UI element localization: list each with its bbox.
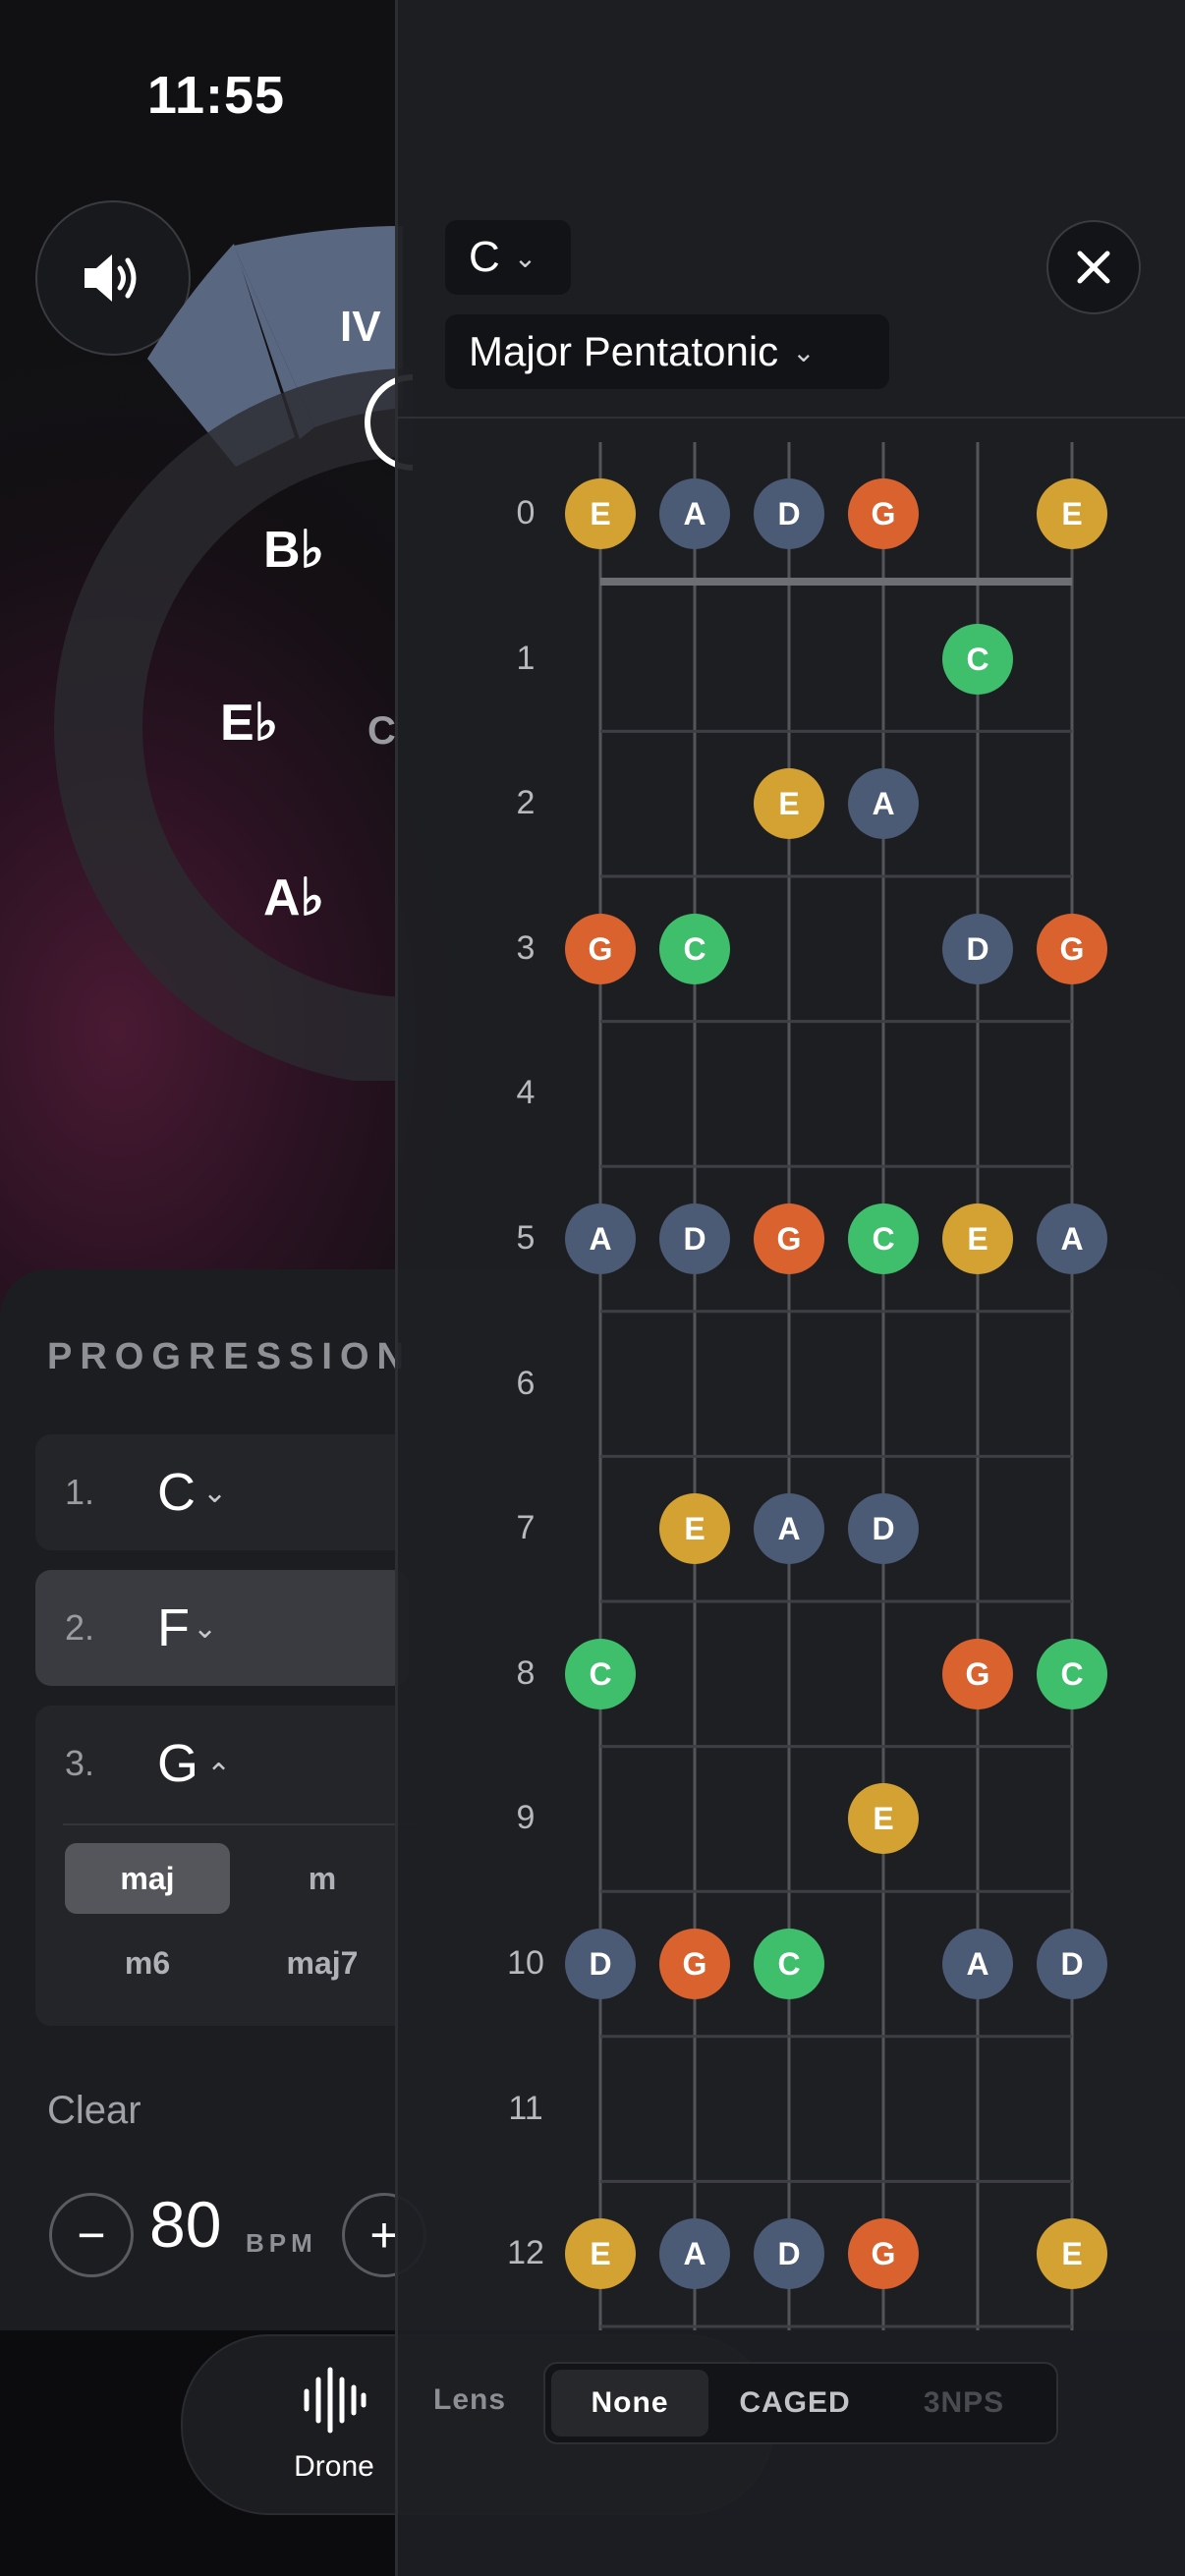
note-dot-g[interactable]: G: [848, 478, 919, 549]
waveform-icon: [304, 2367, 367, 2434]
chord-name: C: [157, 1463, 196, 1522]
progression-title: PROGRESSION: [47, 1336, 412, 1377]
note-dot-e[interactable]: E: [848, 1783, 919, 1855]
lens-option-3nps[interactable]: 3NPS: [881, 2370, 1046, 2436]
chevron-down-icon: ⌄: [193, 1612, 218, 1645]
note-dot-a[interactable]: A: [659, 478, 730, 549]
note-dot-c[interactable]: C: [1037, 1638, 1107, 1709]
fret-number: 11: [508, 2089, 543, 2127]
progression-row-1[interactable]: 1. C ⌄: [35, 1434, 409, 1550]
note-dot-a[interactable]: A: [565, 1204, 636, 1274]
note-dot-a[interactable]: A: [754, 1493, 824, 1565]
bpm-unit: BPM: [246, 2228, 317, 2258]
lens-label: Lens: [433, 2383, 507, 2416]
note-dot-g[interactable]: G: [754, 1204, 824, 1274]
note-dot-c[interactable]: C: [942, 623, 1013, 695]
note-dot-e[interactable]: E: [659, 1493, 730, 1565]
row-number: 1.: [65, 1472, 95, 1512]
row-number: 3.: [65, 1743, 95, 1783]
chord-name: G: [157, 1734, 199, 1793]
note-dot-g[interactable]: G: [565, 913, 636, 984]
fret-number: 1: [516, 639, 536, 677]
wheel-label-bb[interactable]: B♭: [263, 521, 324, 580]
note-dot-c[interactable]: C: [848, 1204, 919, 1274]
note-dot-d[interactable]: D: [1037, 1929, 1107, 1999]
note-dot-e[interactable]: E: [942, 1204, 1013, 1274]
note-dot-a[interactable]: A: [942, 1929, 1013, 1999]
fretboard-grid[interactable]: [398, 0, 1185, 2358]
note-dot-e[interactable]: E: [1037, 478, 1107, 549]
note-dot-d[interactable]: D: [942, 913, 1013, 984]
row-number: 2.: [65, 1607, 95, 1648]
divider: [63, 1823, 417, 1825]
note-dot-g[interactable]: G: [1037, 913, 1107, 984]
fretboard-panel: C ⌄ Major Pentatonic ⌄ 0 1 2 3 4 5 6 7 8 9 10 11 12 EA…: [395, 0, 1185, 2576]
note-dot-a[interactable]: A: [848, 768, 919, 840]
fret-number: 2: [516, 784, 536, 822]
fret-number: 0: [516, 494, 536, 532]
note-dot-d[interactable]: D: [565, 1929, 636, 1999]
fret-number: 8: [516, 1653, 536, 1692]
progression-row-2[interactable]: 2. F ⌄: [35, 1570, 409, 1686]
note-dot-e[interactable]: E: [565, 478, 636, 549]
fret-number: 3: [516, 928, 536, 967]
wheel-label-iv: IV: [340, 303, 381, 351]
note-dot-c[interactable]: C: [754, 1929, 824, 1999]
note-dot-e[interactable]: E: [565, 2218, 636, 2290]
lens-segmented-control[interactable]: None CAGED 3NPS: [543, 2362, 1058, 2444]
note-dot-a[interactable]: A: [1037, 1204, 1107, 1274]
fret-number: 4: [516, 1074, 536, 1112]
drone-label: Drone: [294, 2450, 374, 2483]
note-dot-g[interactable]: G: [942, 1638, 1013, 1709]
bpm-decrease-button[interactable]: −: [49, 2193, 134, 2277]
note-dot-d[interactable]: D: [848, 1493, 919, 1565]
note-dot-e[interactable]: E: [754, 768, 824, 840]
fret-number: 6: [516, 1364, 536, 1402]
wheel-label-eb[interactable]: E♭: [220, 694, 278, 753]
fret-number: 5: [516, 1219, 536, 1257]
quality-m[interactable]: m: [240, 1843, 405, 1914]
lens-option-caged[interactable]: CAGED: [712, 2370, 877, 2436]
chord-name: F: [157, 1598, 190, 1657]
progression-row-3[interactable]: 3. G ⌄ maj m m6 maj7: [35, 1706, 417, 2026]
clear-button[interactable]: Clear: [47, 2089, 141, 2133]
fret-number: 12: [507, 2234, 544, 2272]
quality-m6[interactable]: m6: [65, 1928, 230, 1998]
quality-maj[interactable]: maj: [65, 1843, 230, 1914]
note-dot-d[interactable]: D: [754, 478, 824, 549]
status-time: 11:55: [146, 66, 286, 125]
lens-option-none[interactable]: None: [551, 2370, 708, 2436]
chevron-up-icon: ⌄: [206, 1756, 232, 1788]
note-dot-c[interactable]: C: [659, 913, 730, 984]
fret-number: 7: [516, 1509, 536, 1547]
wheel-label-ab[interactable]: A♭: [263, 868, 324, 927]
note-dot-c[interactable]: C: [565, 1638, 636, 1709]
note-dot-d[interactable]: D: [659, 1204, 730, 1274]
note-dot-e[interactable]: E: [1037, 2218, 1107, 2290]
chevron-down-icon: ⌄: [202, 1477, 228, 1509]
note-dot-g[interactable]: G: [659, 1929, 730, 1999]
note-dot-a[interactable]: A: [659, 2218, 730, 2290]
fret-number: 9: [516, 1799, 536, 1837]
quality-maj7[interactable]: maj7: [240, 1928, 405, 1998]
note-dot-d[interactable]: D: [754, 2218, 824, 2290]
bpm-value: 80: [149, 2188, 222, 2261]
wheel-label-c-minor: C: [367, 709, 396, 753]
note-dot-g[interactable]: G: [848, 2218, 919, 2290]
fret-number: 10: [507, 1944, 544, 1982]
